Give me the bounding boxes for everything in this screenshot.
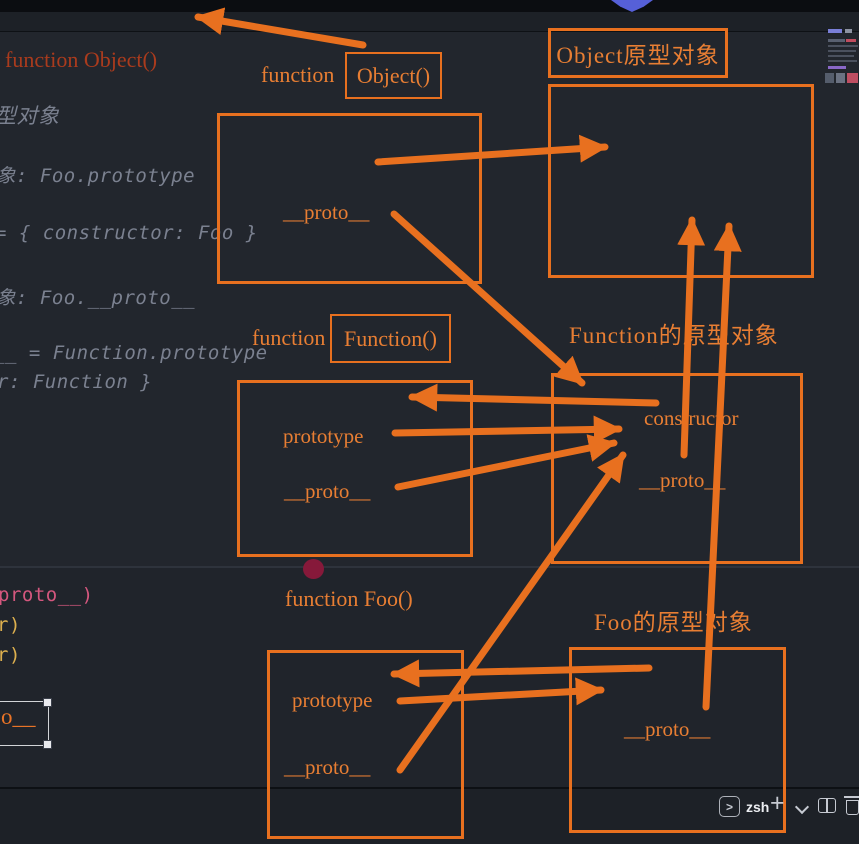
minimap-block [836,73,845,83]
minimap-line [846,39,856,42]
foo-proto-title: Foo的原型对象 [594,603,753,637]
code-line-function-object: function Object() [5,47,157,73]
screen: function Object() 型对象 对象: Foo.prototype … [0,0,859,844]
object-fn-box [217,113,482,284]
object-proto-title-box: Object原型对象 [548,28,728,78]
object-proto-title: Object原型对象 [556,36,719,70]
function-fn-proto-label: __proto__ [284,479,370,504]
minimap-block [847,73,858,83]
selected-annotation-text: o__ [1,704,36,730]
selection-handle[interactable] [43,740,52,749]
object-fn-name: Object() [357,63,430,89]
function-fn-name: Function() [344,326,437,352]
code-line: 对象: Foo.prototype [0,161,195,188]
terminal-code-line: r) [0,644,21,666]
minimap-line [828,45,858,47]
minimap-line [845,29,852,33]
selection-handle[interactable] [43,698,52,707]
terminal-shell-icon[interactable]: > [719,796,740,817]
terminal-code-line: proto__) [0,584,94,606]
function-fn-label-prefix: function [252,325,325,351]
function-proto-title: Function的原型对象 [569,316,779,350]
minimap-line [828,39,845,42]
minimap-line [828,55,854,57]
foo-fn-prototype-label: prototype [292,688,372,713]
function-fn-name-box: Function() [330,314,451,363]
function-fn-box [237,380,473,557]
foo-fn-proto-label: __proto__ [284,755,370,780]
code-line: 对象: Foo.__proto__ [0,283,195,310]
new-terminal-button[interactable]: + [770,789,785,818]
function-fn-prototype-label: prototype [283,424,363,449]
foo-fn-label: function Foo() [285,586,413,612]
window-titlebar [0,0,859,12]
editor-tabstrip [0,12,859,32]
code-line: r: Function } [0,371,152,393]
terminal-shell-label[interactable]: zsh [746,799,769,815]
object-fn-proto-label: __proto__ [283,200,369,225]
laser-pointer-dot [303,559,324,579]
kill-terminal-icon[interactable] [844,794,859,816]
object-fn-label-prefix: function [261,62,334,88]
foo-proto-proto-label: __proto__ [624,717,710,742]
minimap-line [828,60,857,62]
foo-fn-box [267,650,464,839]
minimap-line [828,66,846,69]
code-line: 型对象 [0,100,60,130]
minimap-line [828,29,842,33]
minimap-line [828,50,856,52]
object-proto-box [548,84,814,278]
minimap[interactable] [820,27,859,89]
function-proto-constructor-label: constructor [644,406,738,431]
object-fn-name-box: Object() [345,52,442,99]
minimap-block [825,73,834,83]
code-line: __ = Function.prototype [0,342,268,364]
function-proto-proto-label: __proto__ [639,468,725,493]
terminal-code-line: r) [0,614,21,636]
split-terminal-icon[interactable] [818,798,836,813]
